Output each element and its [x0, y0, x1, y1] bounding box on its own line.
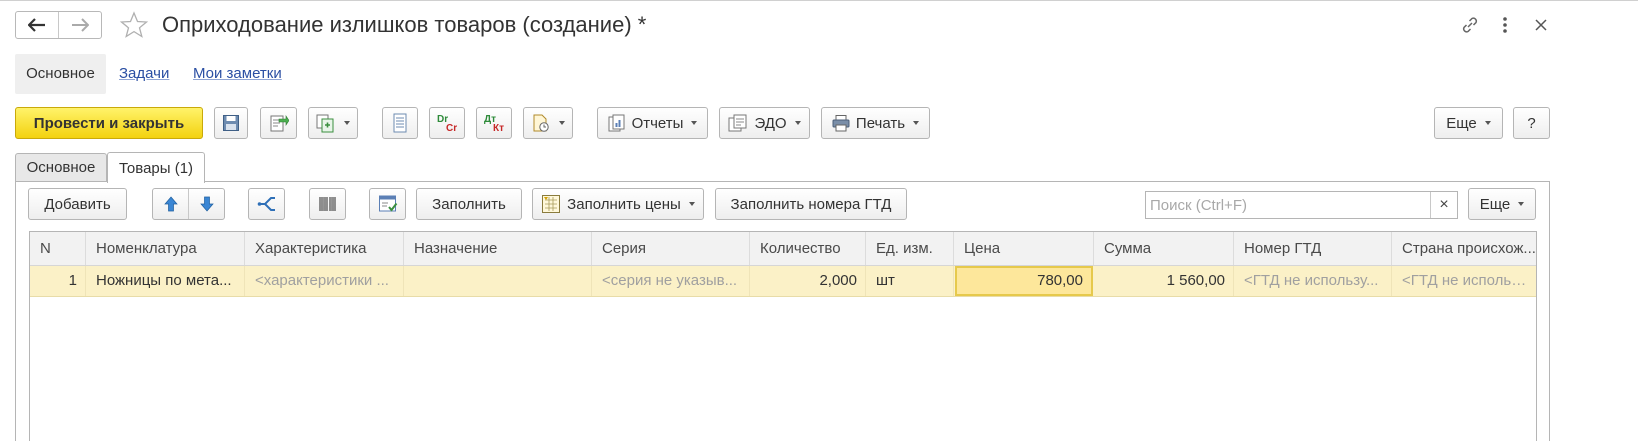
page-title: Оприходование излишков товаров (создание…	[162, 12, 647, 37]
search-input[interactable]	[1146, 192, 1430, 218]
cell-quantity[interactable]: 2,000	[750, 266, 866, 296]
cell-sum[interactable]: 1 560,00	[1094, 266, 1234, 296]
fill-gtd-numbers-button[interactable]: Заполнить номера ГТД	[715, 188, 907, 220]
forward-button[interactable]	[58, 12, 101, 38]
column-header-sum[interactable]: Сумма	[1094, 232, 1234, 265]
back-arrow-icon	[28, 18, 45, 32]
column-header-series[interactable]: Серия	[592, 232, 750, 265]
close-button[interactable]	[1529, 13, 1553, 37]
post-and-close-button[interactable]: Провести и закрыть	[15, 107, 203, 139]
edo-icon	[728, 114, 747, 132]
dt-kt-icon: Дт Кт	[484, 114, 504, 134]
fill-button[interactable]: Заполнить	[416, 188, 522, 220]
cell-characteristic[interactable]: <характеристики ...	[245, 266, 404, 296]
link-button[interactable]	[1458, 13, 1482, 37]
create-based-on-icon	[316, 114, 334, 133]
section-tasks[interactable]: Задачи	[119, 54, 169, 94]
reports-button[interactable]: Отчеты	[597, 107, 708, 139]
dropdown-caret-icon	[691, 121, 698, 125]
printer-icon	[832, 115, 850, 132]
section-notes[interactable]: Мои заметки	[193, 54, 282, 94]
move-down-button[interactable]	[189, 189, 224, 219]
column-header-item[interactable]: Номенклатура	[86, 232, 245, 265]
tab-main[interactable]: Основное	[15, 153, 107, 181]
goods-table: N Номенклатура Характеристика Назначение…	[29, 231, 1537, 441]
dt-kt-button[interactable]: Дт Кт	[476, 107, 512, 139]
forward-arrow-icon	[72, 18, 89, 32]
help-button[interactable]: ?	[1513, 107, 1550, 139]
fill-prices-button[interactable]: Заполнить цены	[532, 188, 704, 220]
close-icon	[1535, 19, 1547, 31]
post-icon	[270, 115, 289, 132]
barcode-button[interactable]	[309, 188, 346, 220]
move-buttons-group	[152, 188, 225, 220]
column-header-unit[interactable]: Ед. изм.	[866, 232, 954, 265]
more-vertical-icon	[1503, 17, 1507, 33]
more-actions-button[interactable]: Еще	[1434, 107, 1503, 139]
save-button[interactable]	[214, 107, 248, 139]
barcode-icon	[318, 197, 336, 211]
fill-prices-icon	[542, 195, 561, 213]
post-button[interactable]	[260, 107, 297, 139]
cell-item[interactable]: Ножницы по мета...	[86, 266, 245, 296]
cell-price[interactable]: 780,00	[955, 266, 1093, 296]
reports-icon	[608, 114, 625, 132]
cell-unit[interactable]: шт	[866, 266, 954, 296]
save-icon	[223, 115, 239, 131]
table-header: N Номенклатура Характеристика Назначение…	[30, 232, 1536, 266]
link-icon	[1462, 17, 1478, 33]
journal-button[interactable]	[382, 107, 418, 139]
column-header-n[interactable]: N	[30, 232, 86, 265]
table-row[interactable]: 1 Ножницы по мета... <характеристики ...…	[30, 266, 1536, 297]
arrow-up-icon	[163, 196, 178, 212]
column-header-quantity[interactable]: Количество	[750, 232, 866, 265]
journal-icon	[393, 113, 407, 133]
more-menu-button[interactable]	[1493, 13, 1517, 37]
svg-text:Кт: Кт	[493, 123, 504, 134]
create-based-on-button[interactable]	[308, 107, 358, 139]
cell-country[interactable]: <ГТД не использу...	[1392, 266, 1536, 296]
dropdown-caret-icon	[344, 121, 350, 125]
column-header-country[interactable]: Страна происхож...	[1392, 232, 1536, 265]
print-button[interactable]: Печать	[821, 107, 930, 139]
tab-goods[interactable]: Товары (1)	[107, 152, 205, 183]
attachments-icon	[533, 114, 549, 132]
column-header-purpose[interactable]: Назначение	[404, 232, 592, 265]
checklist-icon	[378, 195, 397, 212]
dr-cr-icon: Dr Cr	[437, 114, 457, 134]
dropdown-caret-icon	[688, 202, 695, 206]
move-up-button[interactable]	[153, 189, 189, 219]
cell-purpose[interactable]	[404, 266, 592, 296]
dropdown-caret-icon	[794, 121, 801, 125]
cell-gtd[interactable]: <ГТД не использу...	[1234, 266, 1392, 296]
dropdown-caret-icon	[913, 121, 920, 125]
column-header-gtd[interactable]: Номер ГТД	[1234, 232, 1392, 265]
split-icon	[257, 197, 275, 211]
dropdown-caret-icon	[1518, 202, 1525, 206]
column-header-price[interactable]: Цена	[954, 232, 1094, 265]
add-row-button[interactable]: Добавить	[28, 188, 127, 220]
dropdown-caret-icon	[1484, 121, 1491, 125]
select-items-button[interactable]	[369, 188, 406, 220]
star-icon[interactable]	[119, 10, 149, 40]
split-row-button[interactable]	[248, 188, 285, 220]
table-more-button[interactable]: Еще	[1468, 188, 1536, 220]
dropdown-caret-icon	[559, 121, 565, 125]
back-button[interactable]	[16, 12, 58, 38]
search-box: ×	[1145, 191, 1458, 219]
attachments-button[interactable]	[523, 107, 573, 139]
svg-text:Cr: Cr	[446, 123, 457, 134]
window-top-border	[0, 0, 1638, 1]
edo-button[interactable]: ЭДО	[719, 107, 810, 139]
cell-series[interactable]: <серия не указыв...	[592, 266, 750, 296]
cell-n[interactable]: 1	[30, 266, 86, 296]
arrow-down-icon	[199, 196, 214, 212]
dr-cr-button[interactable]: Dr Cr	[429, 107, 465, 139]
column-header-characteristic[interactable]: Характеристика	[245, 232, 404, 265]
history-nav	[15, 11, 102, 39]
section-main[interactable]: Основное	[15, 54, 106, 94]
clear-search-button[interactable]: ×	[1430, 192, 1457, 218]
